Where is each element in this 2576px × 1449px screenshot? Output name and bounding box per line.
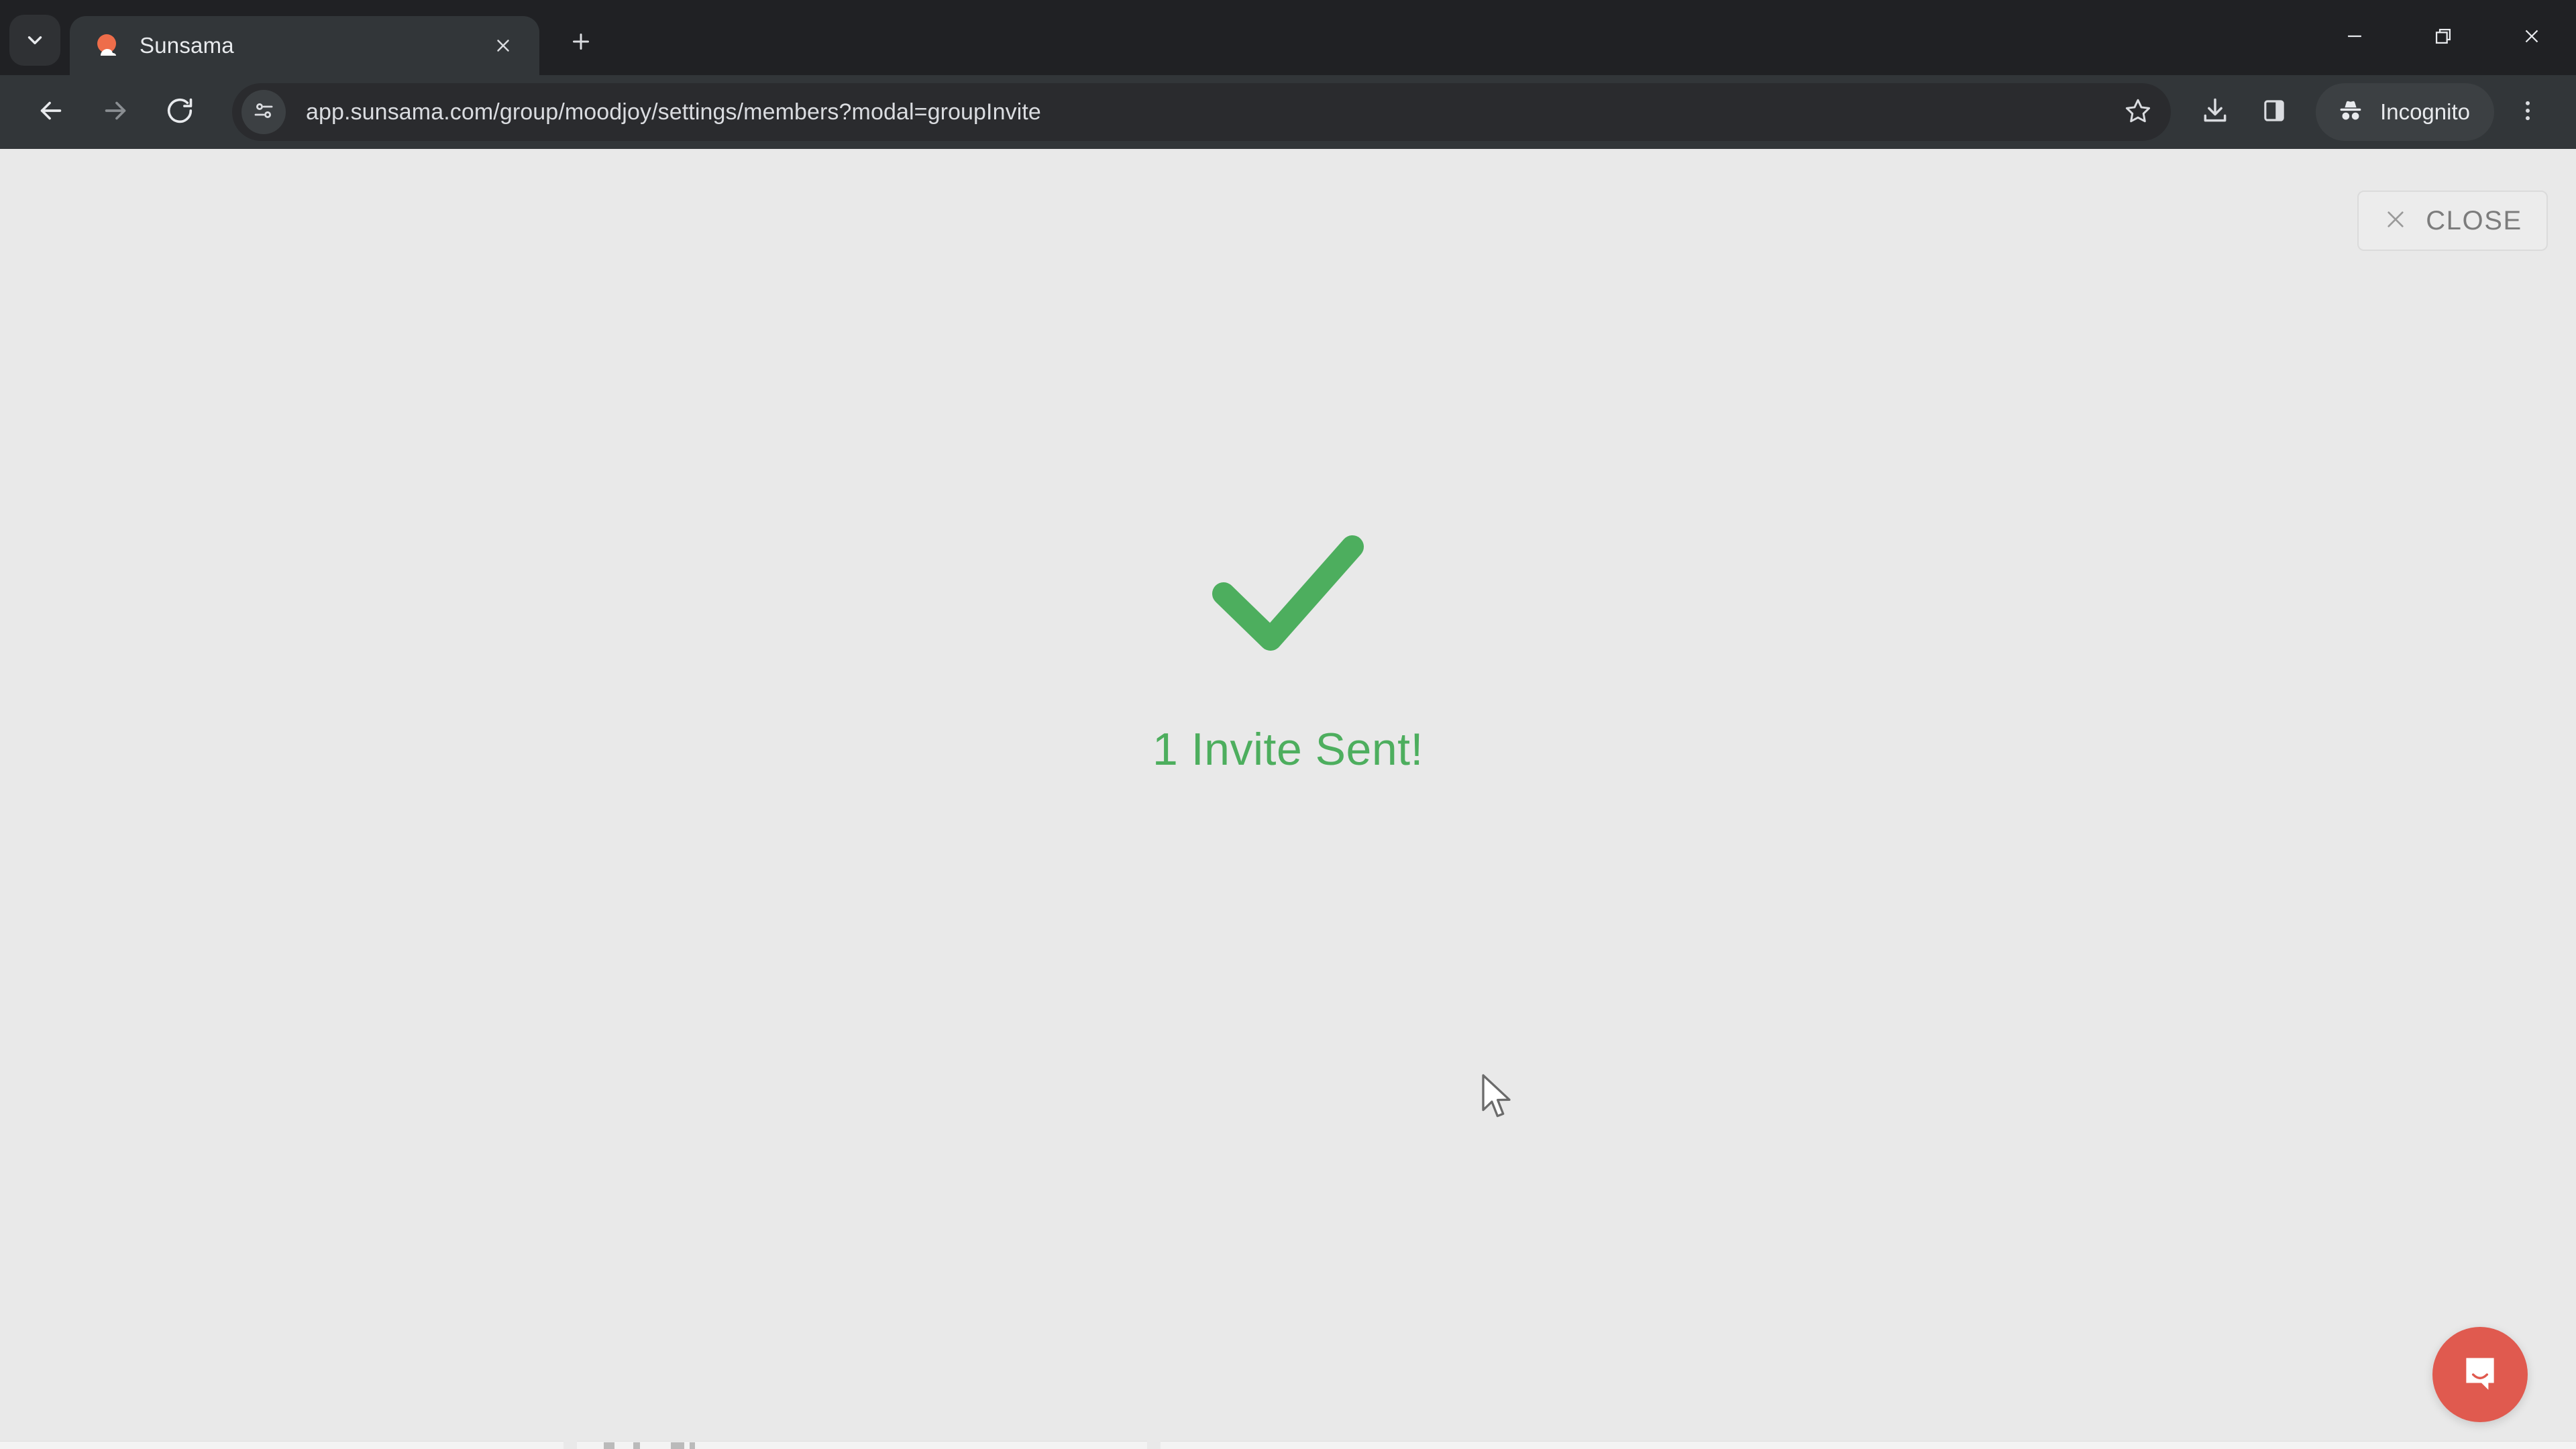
window-controls: [2310, 0, 2576, 75]
window-restore-button[interactable]: [2399, 0, 2487, 75]
bookmark-button[interactable]: [2116, 90, 2160, 134]
tab-strip: Sunsama: [0, 0, 2576, 75]
window-minimize-button[interactable]: [2310, 0, 2399, 75]
chevron-down-icon: [23, 29, 46, 52]
invite-success-panel: 1 Invite Sent!: [0, 511, 2576, 775]
back-button[interactable]: [19, 80, 83, 144]
intercom-chat-launcher[interactable]: [2432, 1327, 2528, 1422]
close-modal-button[interactable]: CLOSE: [2357, 191, 2548, 251]
browser-toolbar: app.sunsama.com/group/moodjoy/settings/m…: [0, 75, 2576, 149]
mouse-cursor: [1481, 1073, 1517, 1122]
browser-menu-button[interactable]: [2498, 83, 2557, 142]
tabs-area: Sunsama: [60, 0, 606, 75]
site-info-button[interactable]: [241, 90, 286, 134]
tab-title: Sunsama: [140, 33, 234, 58]
incognito-hat-icon: [2336, 96, 2365, 129]
address-bar[interactable]: app.sunsama.com/group/moodjoy/settings/m…: [232, 83, 2171, 141]
close-x-icon: [2383, 207, 2408, 235]
browser-window: Sunsama app.sunsama.com/group/moodjoy/se…: [0, 0, 2576, 1449]
url-text: app.sunsama.com/group/moodjoy/settings/m…: [306, 99, 1041, 125]
page-bottom-cutoff: [0, 1440, 2576, 1449]
sunsama-sun-cloud-icon: [93, 31, 122, 60]
browser-tab[interactable]: Sunsama: [70, 16, 539, 75]
profile-incognito-button[interactable]: Incognito: [2316, 83, 2494, 141]
three-dot-menu-icon: [2515, 98, 2540, 127]
plus-icon: [569, 30, 593, 57]
side-panel-button[interactable]: [2245, 83, 2304, 142]
reload-button[interactable]: [148, 80, 212, 144]
reload-icon: [164, 95, 195, 129]
star-outline-icon: [2124, 97, 2152, 128]
tab-close-button[interactable]: [484, 27, 522, 64]
download-icon: [2200, 96, 2230, 129]
forward-button[interactable]: [83, 80, 148, 144]
arrow-left-icon: [36, 95, 66, 129]
page-content: CLOSE 1 Invite Sent!: [0, 149, 2576, 1449]
invite-success-message: 1 Invite Sent!: [1152, 724, 1424, 775]
tab-search-button[interactable]: [9, 15, 60, 66]
downloads-button[interactable]: [2186, 83, 2245, 142]
checkmark-icon: [1187, 511, 1389, 679]
restore-icon: [2432, 25, 2455, 51]
profile-label: Incognito: [2380, 99, 2470, 124]
close-icon: [2520, 25, 2543, 51]
new-tab-button[interactable]: [555, 17, 606, 68]
arrow-right-icon: [100, 95, 131, 129]
tune-sliders-icon: [252, 99, 276, 126]
minimize-icon: [2343, 25, 2366, 51]
close-modal-label: CLOSE: [2426, 205, 2522, 235]
window-close-button[interactable]: [2487, 0, 2576, 75]
side-panel-icon: [2260, 97, 2288, 128]
chat-bubble-icon: [2458, 1351, 2502, 1399]
